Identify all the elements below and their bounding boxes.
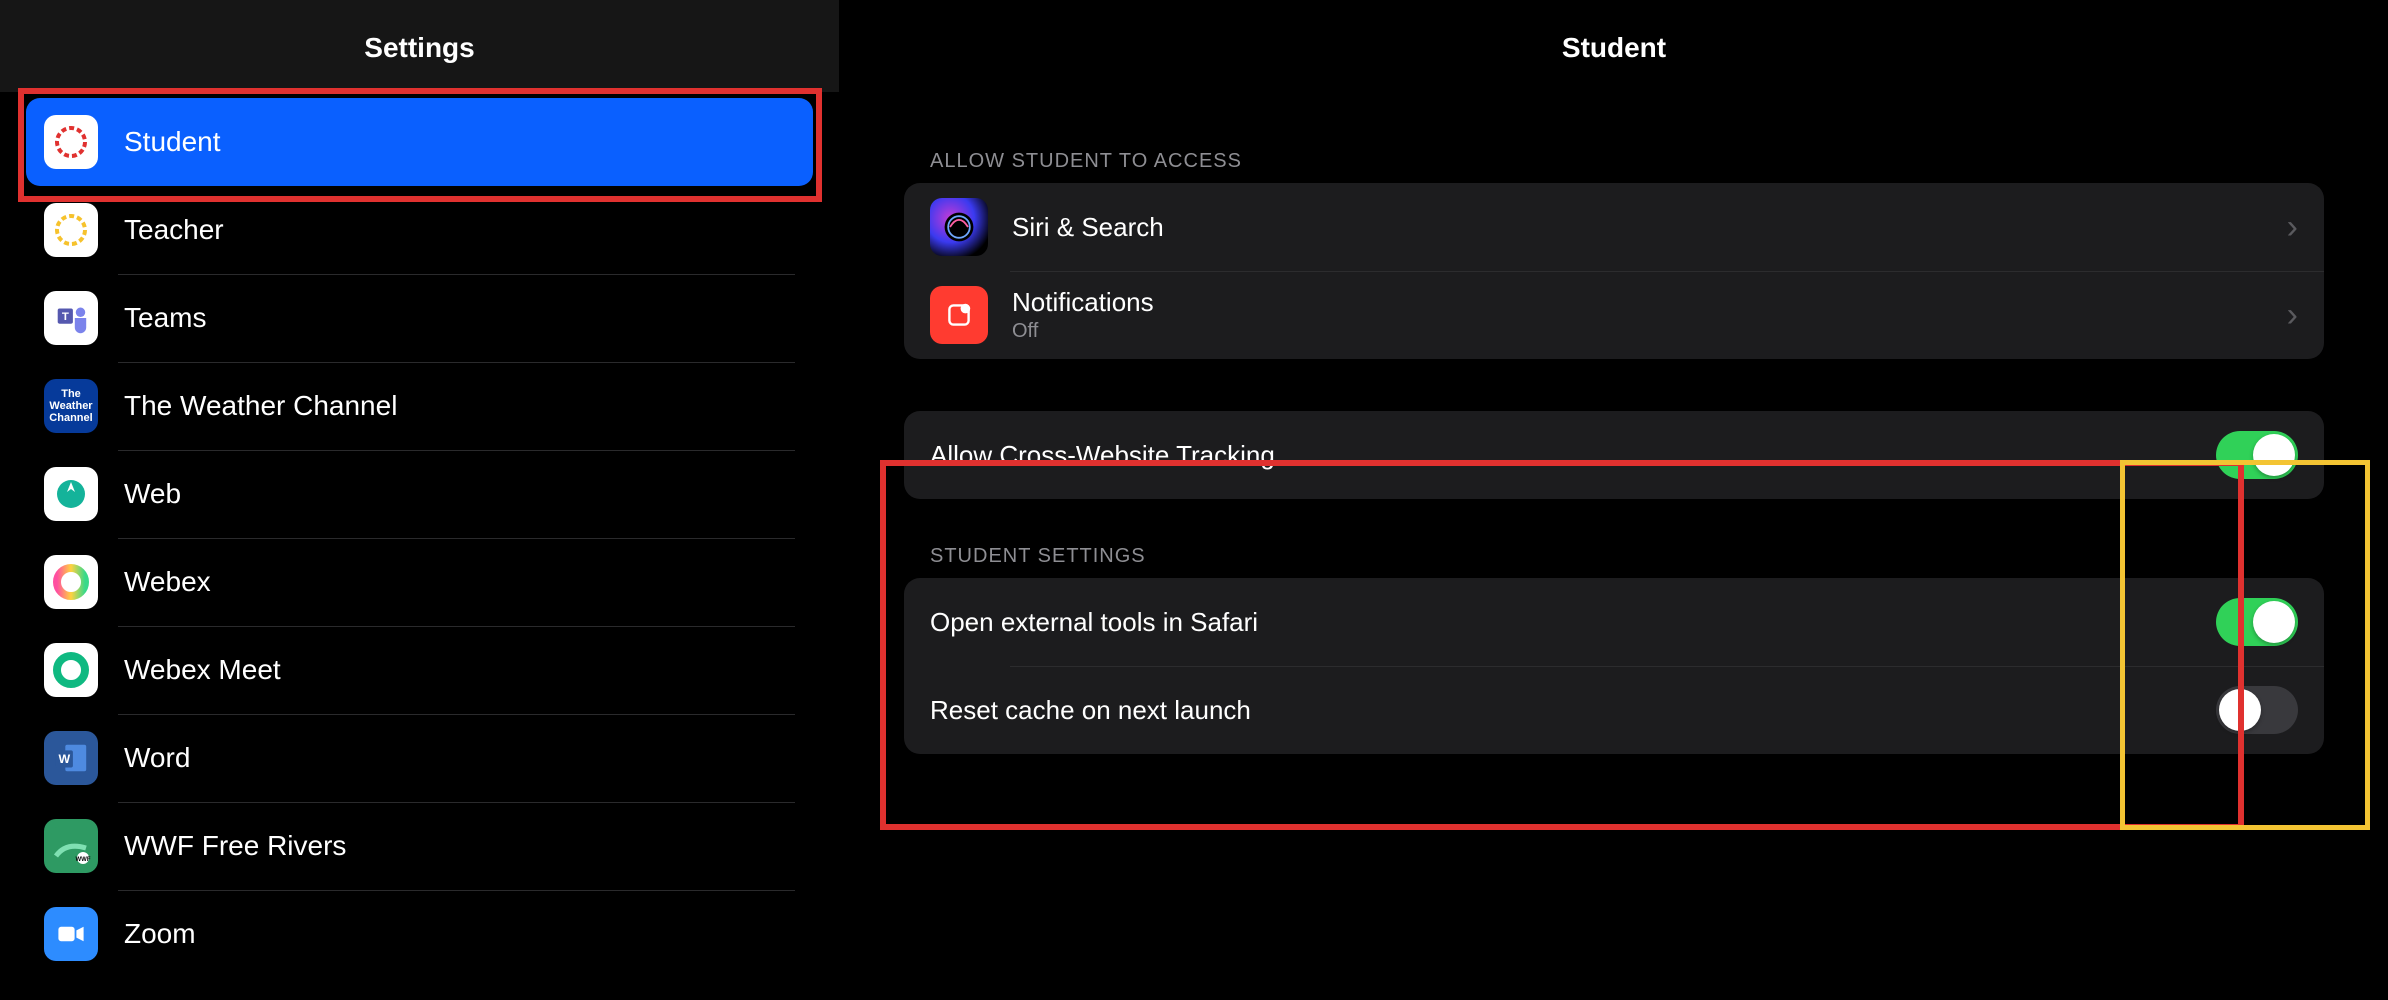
weather-channel-icon: TheWeatherChannel (44, 379, 98, 433)
sidebar-item-weather-channel[interactable]: TheWeatherChannel The Weather Channel (26, 362, 813, 450)
sidebar-item-wwf[interactable]: WWF WWF Free Rivers (26, 802, 813, 890)
notifications-icon (930, 286, 988, 344)
sidebar-item-label: The Weather Channel (124, 390, 397, 422)
sidebar-item-student[interactable]: Student (26, 98, 813, 186)
detail-pane: Student Allow Student to Access Siri & S… (840, 0, 2388, 1000)
zoom-icon (44, 907, 98, 961)
detail-title: Student (904, 0, 2324, 104)
settings-sidebar: Settings Student Teacher T Teams (0, 0, 840, 1000)
group-student-settings: Open external tools in Safari Reset cach… (904, 578, 2324, 754)
row-title: Reset cache on next launch (930, 695, 2216, 726)
row-siri-search[interactable]: Siri & Search › (904, 183, 2324, 271)
chevron-right-icon: › (2287, 208, 2298, 247)
toggle-reset-cache[interactable] (2216, 686, 2298, 734)
canvas-student-icon (44, 115, 98, 169)
canvas-teacher-icon (44, 203, 98, 257)
toggle-cross-website-tracking[interactable] (2216, 431, 2298, 479)
chevron-right-icon: › (2287, 296, 2298, 335)
group-label-access: Allow Student to Access (904, 104, 2324, 183)
wwf-icon: WWF (44, 819, 98, 873)
sidebar-item-label: Word (124, 742, 190, 774)
sidebar-item-label: Webex Meet (124, 654, 281, 686)
sidebar-item-label: WWF Free Rivers (124, 830, 346, 862)
sidebar-item-label: Webex (124, 566, 211, 598)
sidebar-item-label: Web (124, 478, 181, 510)
webex-icon (44, 555, 98, 609)
app-root: Settings Student Teacher T Teams (0, 0, 2388, 1000)
sidebar-item-label: Zoom (124, 918, 196, 950)
row-title: Open external tools in Safari (930, 607, 2216, 638)
sidebar-item-label: Student (124, 126, 221, 158)
webex-meet-icon (44, 643, 98, 697)
web-icon (44, 467, 98, 521)
sidebar-item-zoom[interactable]: Zoom (26, 890, 813, 978)
row-text: Siri & Search (1012, 212, 2287, 243)
sidebar-title: Settings (0, 0, 839, 92)
sidebar-item-label: Teams (124, 302, 206, 334)
sidebar-item-web[interactable]: Web (26, 450, 813, 538)
teams-icon: T (44, 291, 98, 345)
sidebar-item-webex[interactable]: Webex (26, 538, 813, 626)
siri-icon (930, 198, 988, 256)
group-label-student-settings: Student Settings (904, 499, 2324, 578)
row-subtitle: Off (1012, 320, 2287, 343)
row-reset-cache[interactable]: Reset cache on next launch (904, 666, 2324, 754)
row-title: Notifications (1012, 287, 2287, 318)
svg-text:T: T (62, 311, 69, 323)
group-tracking: Allow Cross-Website Tracking (904, 411, 2324, 499)
row-title: Siri & Search (1012, 212, 2287, 243)
row-title: Allow Cross-Website Tracking (930, 440, 2216, 471)
group-access: Siri & Search › Notifications Off › (904, 183, 2324, 359)
toggle-open-external-safari[interactable] (2216, 598, 2298, 646)
svg-text:WWF: WWF (76, 857, 91, 863)
svg-text:W: W (59, 752, 71, 766)
row-cross-website-tracking[interactable]: Allow Cross-Website Tracking (904, 411, 2324, 499)
row-text: Notifications Off (1012, 287, 2287, 343)
word-icon: W (44, 731, 98, 785)
sidebar-item-word[interactable]: W Word (26, 714, 813, 802)
sidebar-item-label: Teacher (124, 214, 224, 246)
row-open-external-safari[interactable]: Open external tools in Safari (904, 578, 2324, 666)
sidebar-item-teacher[interactable]: Teacher (26, 186, 813, 274)
sidebar-item-webex-meet[interactable]: Webex Meet (26, 626, 813, 714)
row-notifications[interactable]: Notifications Off › (904, 271, 2324, 359)
sidebar-item-teams[interactable]: T Teams (26, 274, 813, 362)
sidebar-list: Student Teacher T Teams TheWeatherChanne… (0, 92, 839, 978)
